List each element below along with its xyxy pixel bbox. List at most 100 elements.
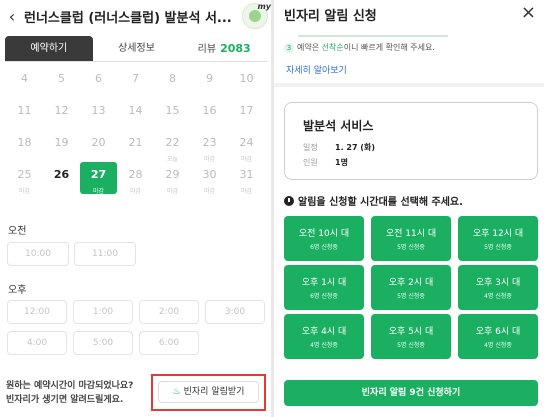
calendar-day[interactable]: 26 xyxy=(43,162,80,194)
waitlist-notice: 원하는 예약시간이 마감되었나요? 빈자리가 생기면 알려드릴게요. xyxy=(6,379,133,407)
morning-label: 오전 xyxy=(8,226,27,237)
calendar-day[interactable]: 13 xyxy=(80,98,117,130)
calendar-day[interactable]: 30 마감 xyxy=(191,162,228,195)
calendar-day[interactable]: 24 마감 xyxy=(228,130,265,163)
calendar-day[interactable]: 10 xyxy=(228,66,265,98)
day-number: 6 xyxy=(95,72,102,85)
tab-reviews[interactable]: 리뷰 2083 xyxy=(180,36,268,61)
close-icon[interactable]: × xyxy=(521,2,536,23)
alarm-time-slot[interactable]: 오전 10시 대 6명 신청중 xyxy=(284,216,364,261)
day-number: 9 xyxy=(206,72,213,85)
tab-details[interactable]: 상세정보 xyxy=(93,36,181,61)
calendar-day[interactable]: 29 마감 xyxy=(154,162,191,195)
calendar-day[interactable]: 5 xyxy=(43,66,80,98)
more-link[interactable]: 자세히 알아보기 xyxy=(286,63,347,76)
people-value: 1명 xyxy=(335,158,348,167)
date-value: 1. 27 (화) xyxy=(335,143,375,152)
alarm-time-slot[interactable]: 오후 5시 대 5명 신청중 xyxy=(371,314,451,359)
calendar-week: 18 19 20 21 22 오늘 23 마감 24 마감 xyxy=(6,130,266,163)
calendar-day[interactable]: 9 xyxy=(191,66,228,98)
slot-time: 오후 5시 대 xyxy=(388,327,434,337)
calendar-day[interactable]: 8 xyxy=(154,66,191,98)
day-number: 26 xyxy=(53,168,70,181)
alarm-time-slot[interactable]: 오후 3시 대 4명 신청중 xyxy=(458,265,538,310)
day-number: 18 xyxy=(17,136,32,149)
alarm-time-slot[interactable]: 오후 12시 대 5명 신청중 xyxy=(458,216,538,261)
slot-status: 6명 신청중 xyxy=(310,293,338,300)
info-line: 3 예약은 선착순이니 빠르게 확인해 주세요. xyxy=(284,42,435,53)
service-title: 발분석 서비스 xyxy=(303,119,374,133)
calendar-day[interactable]: 18 xyxy=(6,130,43,162)
day-number: 23 xyxy=(202,136,217,149)
alarm-time-slot[interactable]: 오후 2시 대 5명 신청중 xyxy=(371,265,451,310)
tab-reserve[interactable]: 예약하기 xyxy=(5,36,93,61)
waitlist-alarm-button[interactable]: ♨ 빈자리 알림받기 xyxy=(158,381,259,403)
calendar-day[interactable]: 22 오늘 xyxy=(154,130,191,163)
calendar-day[interactable]: 28 마감 xyxy=(117,162,154,195)
day-status: 마감 xyxy=(18,188,31,195)
calendar-day[interactable]: 4 xyxy=(6,66,43,98)
calendar-day[interactable]: 12 xyxy=(43,98,80,130)
day-number: 30 xyxy=(202,168,217,181)
time-slot-18[interactable]: 6:00 xyxy=(139,331,199,355)
apply-button[interactable]: 빈자리 알림 9건 신청하기 xyxy=(284,380,538,406)
calendar-day[interactable]: 23 마감 xyxy=(191,130,228,163)
calendar-day[interactable]: 17 xyxy=(228,98,265,130)
day-number: 13 xyxy=(91,104,106,117)
booking-panel: ‹ 런너스클럽 (러너스클럽) 발분석 서... my 예약하기 상세정보 리뷰… xyxy=(0,0,272,417)
slot-time: 오후 2시 대 xyxy=(388,278,434,288)
avatar[interactable]: my xyxy=(242,2,271,29)
day-number: 20 xyxy=(91,136,106,149)
people-label: 인원 xyxy=(303,158,318,167)
slot-time: 오후 1시 대 xyxy=(301,278,347,288)
info-text: 이니 빠르게 확인해 주세요. xyxy=(343,43,435,52)
alarm-time-slot[interactable]: 오후 4시 대 4명 신청중 xyxy=(284,314,364,359)
info-text: 예약은 xyxy=(297,43,322,52)
calendar-day[interactable]: 21 xyxy=(117,130,154,162)
calendar-day[interactable]: 16 xyxy=(191,98,228,130)
clock-icon xyxy=(284,196,294,206)
calendar-day[interactable]: 14 xyxy=(117,98,154,130)
alarm-time-slot[interactable]: 오후 1시 대 6명 신청중 xyxy=(284,265,364,310)
calendar-day[interactable]: 27 마감 xyxy=(80,162,117,195)
time-slot-16[interactable]: 4:00 xyxy=(7,331,67,355)
day-number: 21 xyxy=(128,136,143,149)
page-title: 런너스클럽 (러너스클럽) 발분석 서... xyxy=(24,10,232,26)
day-status: 마감 xyxy=(92,188,105,195)
time-slot-11[interactable]: 11:00 xyxy=(74,242,136,266)
sheet-title: 빈자리 알림 신청 xyxy=(284,9,377,24)
day-status: 마감 xyxy=(203,188,216,195)
time-slot-12[interactable]: 12:00 xyxy=(7,300,67,324)
calendar-day[interactable]: 15 xyxy=(154,98,191,130)
day-number: 19 xyxy=(54,136,69,149)
time-slot-17[interactable]: 5:00 xyxy=(73,331,133,355)
slot-time: 오전 11시 대 xyxy=(385,229,437,239)
back-icon[interactable]: ‹ xyxy=(0,7,24,26)
calendar-day[interactable]: 7 xyxy=(117,66,154,98)
time-slot-15[interactable]: 3:00 xyxy=(205,300,265,324)
calendar-day[interactable]: 6 xyxy=(80,66,117,98)
section-divider xyxy=(274,83,544,87)
step-badge: 3 xyxy=(284,43,294,53)
notice-line: 빈자리가 생기면 알려드릴게요. xyxy=(6,395,124,405)
tab-label: 리뷰 xyxy=(197,44,217,55)
avatar-badge: my xyxy=(257,2,271,11)
service-people-row: 인원 1명 xyxy=(303,157,348,168)
service-card: 발분석 서비스 일정 1. 27 (화) 인원 1명 xyxy=(284,102,538,180)
alarm-time-slot[interactable]: 오후 6시 대 4명 신청중 xyxy=(458,314,538,359)
calendar-day[interactable]: 20 xyxy=(80,130,117,162)
calendar-day[interactable]: 19 xyxy=(43,130,80,162)
time-slot-10[interactable]: 10:00 xyxy=(7,242,69,266)
tab-label: 상세정보 xyxy=(118,43,155,54)
info-highlight: 선착순 xyxy=(321,43,344,52)
day-number: 16 xyxy=(202,104,217,117)
calendar-day[interactable]: 25 마감 xyxy=(6,162,43,195)
time-slot-14[interactable]: 2:00 xyxy=(139,300,199,324)
calendar-day[interactable]: 31 마감 xyxy=(228,162,265,195)
time-slot-13[interactable]: 1:00 xyxy=(73,300,133,324)
alarm-time-slot[interactable]: 오전 11시 대 5명 신청중 xyxy=(371,216,451,261)
calendar-day[interactable]: 11 xyxy=(6,98,43,130)
afternoon-label: 오후 xyxy=(8,285,27,296)
slot-status: 4명 신청중 xyxy=(484,342,512,349)
date-label: 일정 xyxy=(303,143,318,152)
